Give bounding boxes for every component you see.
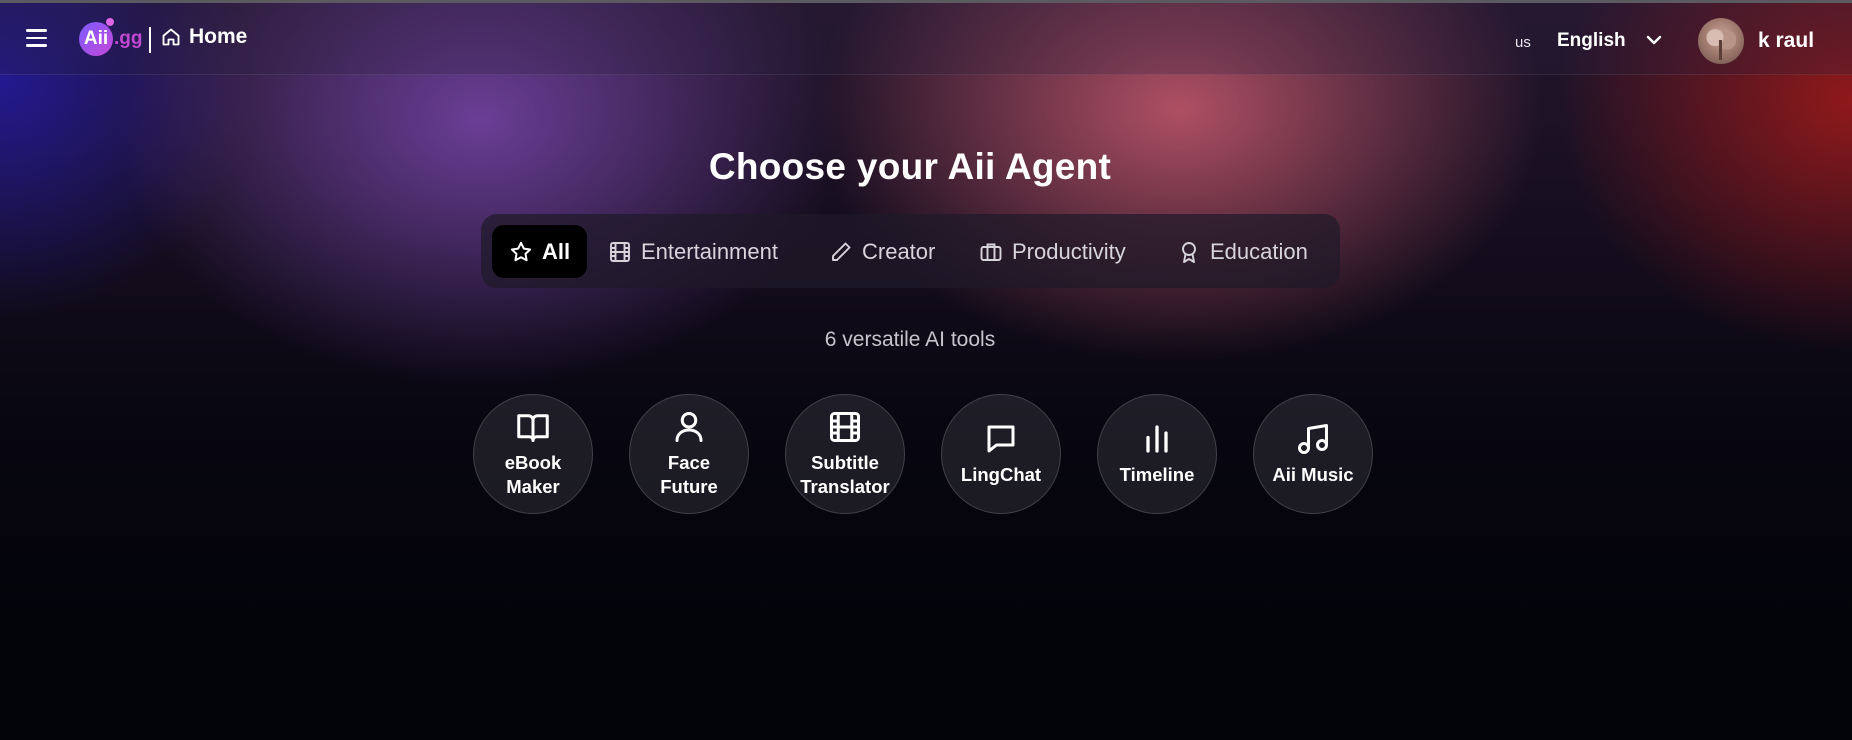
home-link[interactable]: Home <box>161 25 247 49</box>
language-select-value[interactable]: English <box>1557 30 1626 52</box>
home-label: Home <box>189 25 248 48</box>
divider <box>149 27 151 53</box>
tab-all[interactable]: All <box>492 225 587 278</box>
film-icon <box>610 241 630 262</box>
tab-label: Entertainment <box>641 238 778 264</box>
logo-mark: Aii <box>79 18 114 56</box>
tab-entertainment[interactable]: Entertainment <box>608 225 778 278</box>
page: Aii .gg Home us English k raul Choose yo… <box>0 0 1852 740</box>
star-icon <box>510 241 532 261</box>
tool-label: LingChat <box>960 464 1042 485</box>
film-icon <box>830 412 860 442</box>
bar-chart-icon <box>1146 425 1168 453</box>
tab-label: Productivity <box>1012 238 1126 264</box>
tool-lingchat[interactable]: LingChat <box>941 394 1061 514</box>
home-icon <box>162 28 180 46</box>
category-tabs: All Entertainment Creator Productivity E… <box>481 214 1340 288</box>
tool-label: Subtitle Translator <box>800 452 890 497</box>
award-icon <box>1182 241 1196 263</box>
tool-label: Face Future <box>660 452 718 497</box>
top-navbar: Aii .gg Home us English k raul <box>0 3 1852 75</box>
language-flag-code: us <box>1515 34 1531 51</box>
chevron-down-icon[interactable] <box>1645 33 1663 47</box>
user-icon <box>675 412 703 442</box>
tool-label: Timeline <box>1119 464 1195 485</box>
tool-ebook-maker[interactable]: eBook Maker <box>473 394 593 514</box>
tool-face-future[interactable]: Face Future <box>629 394 749 514</box>
background-gradient <box>0 0 1852 740</box>
tab-label: All <box>541 238 571 264</box>
book-icon <box>517 414 549 442</box>
tool-label: eBook Maker <box>504 452 562 497</box>
user-name[interactable]: k raul <box>1758 29 1814 53</box>
tool-label: Aii Music <box>1272 464 1354 485</box>
chat-icon <box>987 425 1015 453</box>
logo-suffix: .gg <box>114 28 143 49</box>
tool-aii-music[interactable]: Aii Music <box>1253 394 1373 514</box>
logo[interactable]: Aii .gg <box>79 18 143 57</box>
hamburger-menu-icon[interactable] <box>26 29 50 49</box>
page-title: Choose your Aii Agent <box>708 146 1112 187</box>
avatar[interactable] <box>1698 18 1744 64</box>
tab-education[interactable]: Education <box>1177 225 1308 278</box>
tools-count: 6 versatile AI tools <box>824 328 996 351</box>
tab-label: Education <box>1210 238 1308 264</box>
briefcase-icon <box>980 243 1002 261</box>
tool-subtitle-translator[interactable]: Subtitle Translator <box>785 394 905 514</box>
tab-productivity[interactable]: Productivity <box>979 225 1126 278</box>
pencil-icon <box>832 242 851 261</box>
tool-timeline[interactable]: Timeline <box>1097 394 1217 514</box>
tab-creator[interactable]: Creator <box>829 225 935 278</box>
tab-label: Creator <box>862 238 936 264</box>
music-icon <box>1298 424 1328 454</box>
